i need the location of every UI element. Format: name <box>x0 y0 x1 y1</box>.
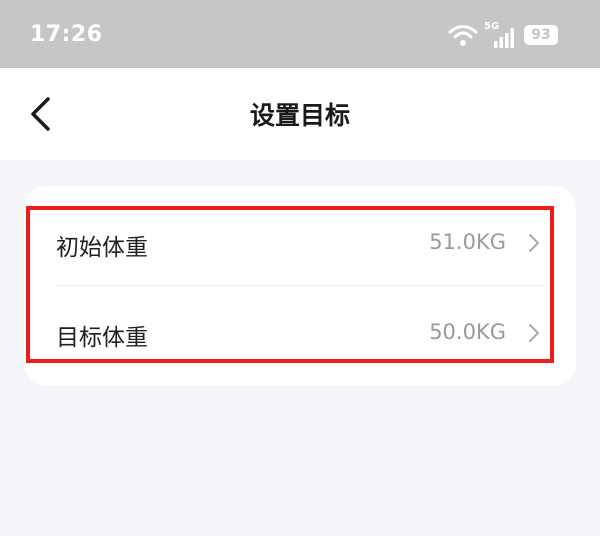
status-time: 17:26 <box>30 22 103 47</box>
signal-indicator: 5G <box>484 21 514 48</box>
wifi-icon <box>448 25 478 46</box>
signal-icon <box>494 28 514 48</box>
highlight-box <box>26 206 554 363</box>
status-icons: 5G 93 <box>448 21 558 48</box>
status-bar: 17:26 5G 93 <box>0 0 600 68</box>
battery-level: 93 <box>531 27 551 43</box>
nav-bar: 设置目标 <box>0 68 600 160</box>
page-title: 设置目标 <box>249 101 350 130</box>
battery-icon: 93 <box>524 25 558 45</box>
